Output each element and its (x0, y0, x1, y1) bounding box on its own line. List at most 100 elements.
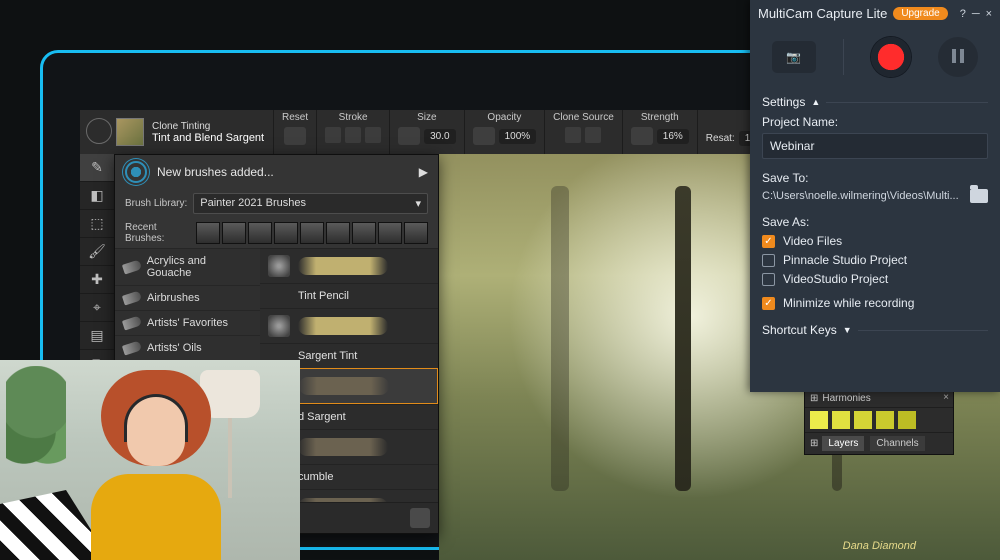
capture-title: MultiCam Capture Lite (758, 6, 887, 21)
color-swatch[interactable] (810, 411, 828, 429)
brush-category-item[interactable]: Artists' Oils (115, 335, 260, 360)
color-swatch[interactable] (898, 411, 916, 429)
project-name-label: Project Name: (762, 115, 988, 129)
new-brushes-icon (125, 161, 147, 183)
checkbox-icon (762, 254, 775, 267)
reset-icon[interactable] (284, 127, 306, 145)
brush-swatch-icon (268, 315, 290, 337)
opacity-group: Opacity 100% (464, 110, 545, 154)
clone-source-group: Clone Source (544, 110, 622, 154)
stroke-opt-icon[interactable] (345, 127, 361, 143)
strength-value[interactable]: 16% (657, 129, 689, 144)
size-value[interactable]: 30.0 (424, 129, 455, 144)
opacity-icon[interactable] (473, 127, 495, 145)
stroke-label: Stroke (339, 112, 368, 123)
size-group: Size 30.0 (389, 110, 463, 154)
brush-stroke-preview (298, 438, 388, 456)
brush-stroke-preview (298, 317, 388, 335)
recent-brush-thumb[interactable] (352, 222, 376, 244)
upgrade-badge[interactable]: Upgrade (893, 7, 947, 20)
clone-icon[interactable] (585, 127, 601, 143)
size-icon[interactable] (398, 127, 420, 145)
brush-category-item[interactable]: Airbrushes (115, 285, 260, 310)
recent-brush-thumb[interactable] (222, 222, 246, 244)
resat-label: Resat: (706, 133, 735, 144)
brush-swatch-icon (268, 255, 290, 277)
color-swatch[interactable] (854, 411, 872, 429)
camera-settings-button[interactable]: 📷 (772, 41, 816, 73)
save-as-label: Save As: (762, 215, 988, 229)
reset-group: Reset (273, 110, 316, 154)
caret-down-icon: ▼ (843, 325, 852, 335)
channels-tab[interactable]: Channels (870, 436, 924, 451)
minimize-checkbox[interactable]: ✓Minimize while recording (762, 296, 988, 310)
refresh-icon[interactable] (86, 118, 112, 144)
recent-brushes-label: Recent Brushes: (125, 222, 190, 244)
record-button[interactable] (871, 37, 911, 77)
recent-brush-thumb[interactable] (248, 222, 272, 244)
shortcut-keys-label[interactable]: Shortcut Keys (762, 323, 837, 337)
tree-shape (551, 186, 569, 491)
strength-icon[interactable] (631, 127, 653, 145)
webcam-overlay (0, 360, 300, 560)
close-icon[interactable]: × (943, 392, 949, 403)
browse-folder-icon[interactable] (970, 189, 988, 203)
stroke-opt-icon[interactable] (325, 127, 341, 143)
brush-variant-item[interactable] (260, 308, 438, 343)
color-swatch[interactable] (876, 411, 894, 429)
brush-library-select[interactable]: Painter 2021 Brushes ▾ (193, 193, 428, 214)
color-swatch[interactable] (832, 411, 850, 429)
opacity-value[interactable]: 100% (499, 129, 537, 144)
compat-icon[interactable] (410, 508, 430, 528)
recent-brush-thumb[interactable] (326, 222, 350, 244)
stroke-group: Stroke (316, 110, 389, 154)
help-icon[interactable]: ? (960, 7, 966, 21)
layers-tab[interactable]: Layers (822, 436, 864, 451)
opacity-label: Opacity (487, 112, 521, 123)
eyedropper-tool-icon[interactable]: ✎ (80, 154, 114, 182)
brush-icon (122, 315, 142, 330)
tree-shape (675, 186, 691, 491)
tool-icon[interactable]: ⌖ (80, 294, 114, 322)
tool-icon[interactable]: ✚ (80, 266, 114, 294)
recent-brush-thumb[interactable] (300, 222, 324, 244)
new-brushes-label: New brushes added... (157, 165, 274, 179)
brush-stroke-preview (299, 377, 389, 395)
brush-variant-item[interactable] (260, 248, 438, 283)
brush-name-label: Tint and Blend Sargent (152, 132, 273, 144)
tool-icon[interactable]: ◧ (80, 182, 114, 210)
close-window-icon[interactable]: × (986, 7, 992, 21)
brush-icon (122, 260, 142, 275)
stroke-opt-icon[interactable] (365, 127, 381, 143)
recent-brush-thumb[interactable] (378, 222, 402, 244)
presenter (86, 370, 226, 560)
artist-signature: Dana Diamond (843, 540, 916, 552)
save-as-pinnacle-checkbox[interactable]: Pinnacle Studio Project (762, 253, 988, 267)
project-name-input[interactable] (762, 133, 988, 159)
checkbox-checked-icon: ✓ (762, 235, 775, 248)
strength-group: Strength 16% (622, 110, 697, 154)
harmonies-label: Harmonies (822, 393, 870, 404)
save-as-videostudio-checkbox[interactable]: VideoStudio Project (762, 272, 988, 286)
minimize-window-icon[interactable]: ─ (972, 7, 980, 21)
brush-thumbnail[interactable] (116, 118, 144, 146)
checkbox-icon (762, 273, 775, 286)
clone-label: Clone Source (553, 112, 614, 123)
tool-icon[interactable]: ⬚ (80, 210, 114, 238)
brush-category-item[interactable]: Acrylics and Gouache (115, 248, 260, 285)
brush-variant-item[interactable]: Tint Pencil (260, 283, 438, 308)
tool-icon[interactable]: ▤ (80, 322, 114, 350)
reset-label: Reset (282, 112, 308, 123)
pause-button[interactable] (938, 37, 978, 77)
recent-brush-thumb[interactable] (274, 222, 298, 244)
brush-icon (122, 290, 142, 305)
save-as-video-checkbox[interactable]: ✓Video Files (762, 234, 988, 248)
recent-brush-thumb[interactable] (196, 222, 220, 244)
brush-tool-icon[interactable]: 🖌 (80, 238, 114, 266)
brush-icon (122, 340, 142, 355)
settings-section-label[interactable]: Settings (762, 95, 805, 109)
recent-brush-thumb[interactable] (404, 222, 428, 244)
expand-arrow-icon[interactable]: ▶ (419, 165, 428, 179)
brush-category-item[interactable]: Artists' Favorites (115, 310, 260, 335)
clone-icon[interactable] (565, 127, 581, 143)
